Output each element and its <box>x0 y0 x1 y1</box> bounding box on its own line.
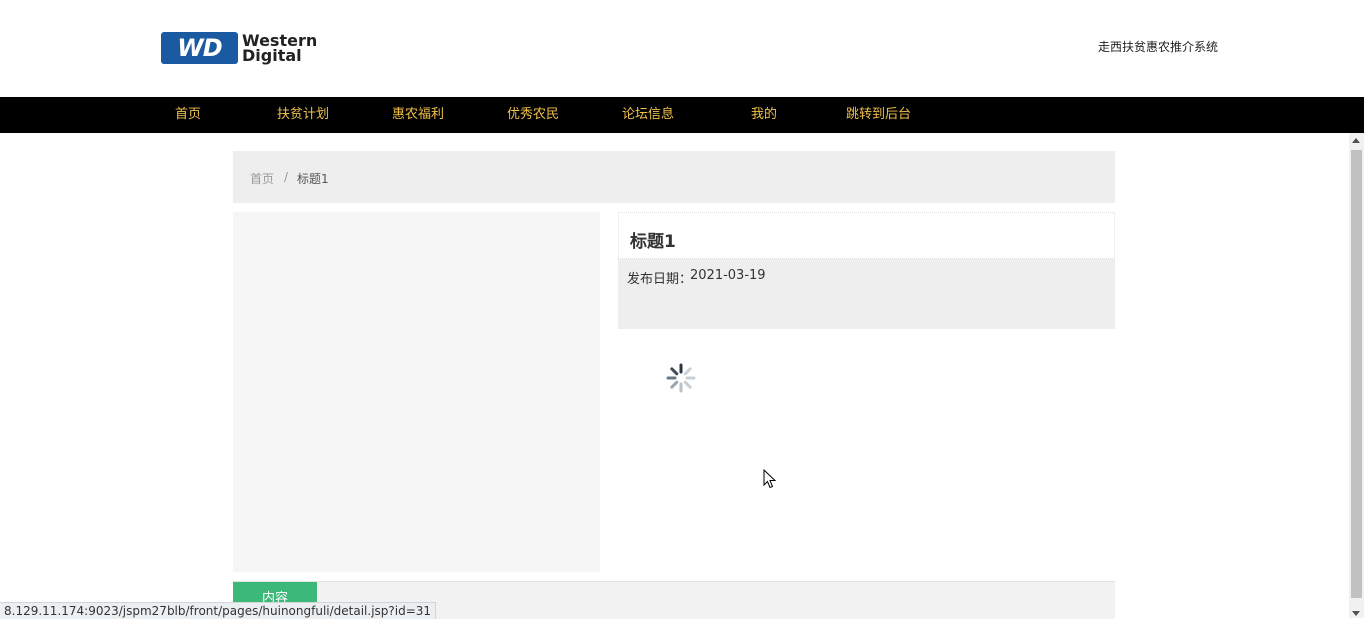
detail-title-box: 标题1 <box>618 212 1115 259</box>
breadcrumb: 首页 / 标题1 <box>233 151 1115 203</box>
page-scrollbar[interactable] <box>1349 133 1364 618</box>
loading-spinner-icon <box>666 363 696 393</box>
detail-meta: 发布日期： 2021-03-19 <box>618 259 1115 329</box>
publish-date-label: 发布日期： <box>627 272 693 287</box>
publish-date-value: 2021-03-19 <box>690 268 766 283</box>
logo-wordmark: Western Digital <box>242 33 317 65</box>
mouse-cursor-icon <box>763 469 777 489</box>
detail-title: 标题1 <box>630 232 676 252</box>
scroll-down-arrow-icon[interactable] <box>1352 611 1360 616</box>
scroll-up-arrow-icon[interactable] <box>1352 138 1360 143</box>
nav-item-poverty-plan[interactable]: 扶贫计划 <box>277 97 329 133</box>
breadcrumb-home-link[interactable]: 首页 <box>250 170 274 187</box>
main-nav: 首页 扶贫计划 惠农福利 优秀农民 论坛信息 我的 跳转到后台 <box>0 97 1364 133</box>
breadcrumb-current: 标题1 <box>297 172 329 186</box>
site-header: WD Western Digital 走西扶贫惠农推介系统 <box>0 0 1364 97</box>
nav-item-admin[interactable]: 跳转到后台 <box>846 97 911 133</box>
breadcrumb-separator: / <box>284 170 289 184</box>
nav-item-farmer-welfare[interactable]: 惠农福利 <box>392 97 444 133</box>
nav-item-excellent-farmers[interactable]: 优秀农民 <box>507 97 559 133</box>
scroll-thumb[interactable] <box>1351 150 1362 598</box>
logo-badge: WD <box>161 32 238 64</box>
wd-logo[interactable]: WD Western Digital <box>161 31 331 65</box>
nav-item-forum[interactable]: 论坛信息 <box>622 97 674 133</box>
site-name: 走西扶贫惠农推介系统 <box>1098 40 1219 54</box>
logo-line-2: Digital <box>242 46 302 65</box>
nav-item-home[interactable]: 首页 <box>175 97 201 133</box>
status-bar-url: 8.129.11.174:9023/jspm27blb/front/pages/… <box>0 602 437 619</box>
detail-image <box>233 212 600 572</box>
nav-item-mine[interactable]: 我的 <box>751 97 777 133</box>
